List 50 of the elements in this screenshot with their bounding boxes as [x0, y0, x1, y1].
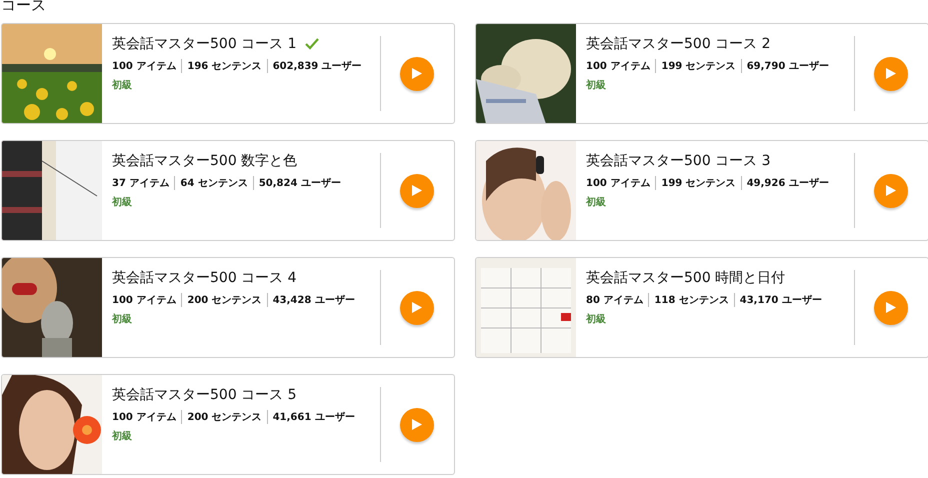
sentence-count: 199 センテンス	[655, 59, 741, 73]
course-title: 英会話マスター500 コース 5	[112, 386, 297, 404]
course-title: 英会話マスター500 コース 2	[586, 35, 771, 53]
item-count: 100 アイテム	[112, 294, 178, 307]
course-title: 英会話マスター500 時間と日付	[586, 269, 786, 287]
play-button[interactable]	[400, 290, 434, 324]
item-count: 37 アイテム	[112, 177, 170, 190]
item-count: 80 アイテム	[586, 294, 644, 307]
course-title: 英会話マスター500 数字と色	[112, 152, 298, 170]
course-title: 英会話マスター500 コース 1	[112, 35, 297, 53]
item-count: 100 アイテム	[112, 411, 178, 424]
user-count: 50,824 ユーザー	[252, 176, 346, 190]
play-button[interactable]	[874, 174, 908, 208]
play-button[interactable]	[874, 290, 908, 324]
user-count: 43,428 ユーザー	[266, 293, 360, 307]
user-count: 43,170 ユーザー	[734, 293, 827, 307]
sentence-count: 118 センテンス	[648, 293, 734, 307]
play-icon	[886, 302, 896, 313]
user-count: 41,661 ユーザー	[266, 410, 360, 424]
play-icon	[886, 68, 896, 79]
level-label: 初級	[112, 195, 133, 209]
level-label: 初級	[586, 78, 607, 92]
play-icon	[412, 419, 422, 430]
play-button[interactable]	[874, 56, 908, 90]
section-heading: コース	[1, 0, 47, 16]
level-label: 初級	[586, 195, 607, 209]
user-count: 49,926 ユーザー	[740, 176, 834, 190]
sentence-count: 64 センテンス	[174, 176, 253, 190]
item-count: 100 アイテム	[112, 60, 178, 73]
level-label: 初級	[112, 78, 133, 92]
play-icon	[412, 302, 422, 313]
play-icon	[412, 68, 422, 79]
level-label: 初級	[112, 312, 133, 326]
play-button[interactable]	[400, 174, 434, 208]
sentence-count: 200 センテンス	[181, 410, 267, 424]
course-title: 英会話マスター500 コース 3	[586, 152, 771, 170]
sentence-count: 200 センテンス	[181, 293, 267, 307]
level-label: 初級	[112, 429, 133, 443]
course-title: 英会話マスター500 コース 4	[112, 269, 297, 287]
sentence-count: 196 センテンス	[181, 59, 267, 73]
item-count: 100 アイテム	[586, 177, 652, 190]
play-button[interactable]	[400, 56, 434, 90]
user-count: 69,790 ユーザー	[740, 59, 834, 73]
level-label: 初級	[586, 312, 607, 326]
play-icon	[886, 185, 896, 196]
sentence-count: 199 センテンス	[655, 176, 741, 190]
user-count: 602,839 ユーザー	[266, 59, 367, 73]
item-count: 100 アイテム	[586, 60, 652, 73]
play-icon	[412, 185, 422, 196]
play-button[interactable]	[400, 408, 434, 442]
